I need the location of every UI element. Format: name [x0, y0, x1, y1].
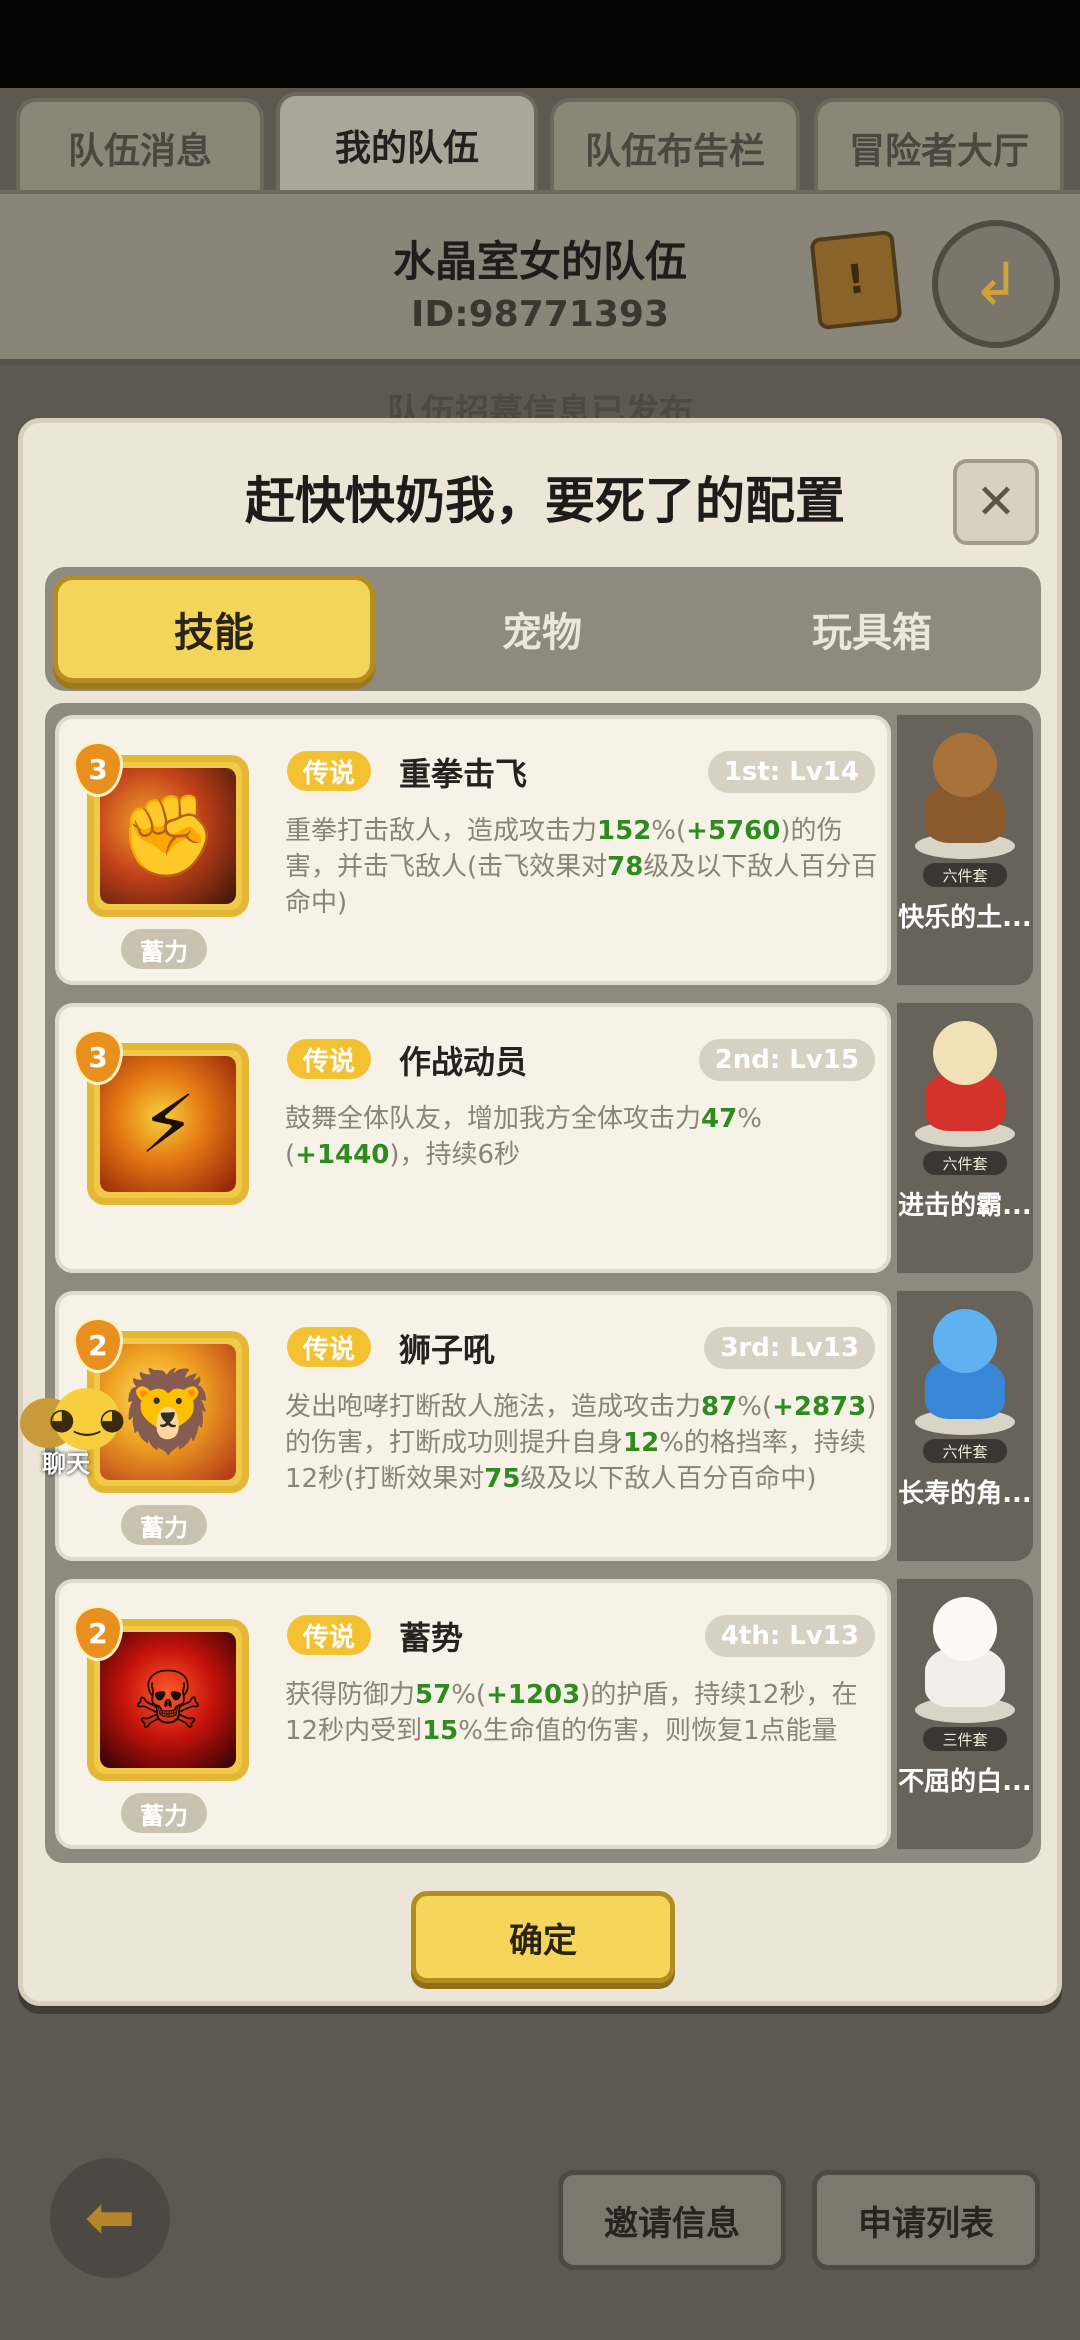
skill-card[interactable]: ⚡ 3 传说 作战动员 2nd: Lv15 鼓舞全体队友，增加我方全体攻击力47…: [55, 1003, 891, 1273]
charge-tag: 蓄力: [121, 929, 207, 969]
set-tag: 六件套: [923, 1151, 1007, 1175]
tab-pets[interactable]: 宠物: [381, 575, 703, 683]
rarity-badge: 传说: [287, 1327, 372, 1367]
description-text: %生命值的伤害，则恢复1点能量: [458, 1716, 838, 1746]
pet-slot[interactable]: 六件套 快乐的土...: [897, 715, 1033, 985]
confirm-button[interactable]: 确定: [411, 1891, 675, 1983]
pet-slot[interactable]: 六件套 长寿的角...: [897, 1291, 1033, 1561]
set-tag: 三件套: [923, 1727, 1007, 1751]
momentum-icon: ☠: [100, 1632, 236, 1768]
slot-level-badge: 1st: Lv14: [707, 751, 875, 793]
war-mobilize-icon: ⚡: [100, 1056, 236, 1192]
config-modal: 赶快快奶我，要死了的配置 ✕ 技能 宠物 玩具箱 ✊ 3 蓄力 传说 重拳击飞 …: [18, 418, 1062, 2006]
skill-card[interactable]: 🦁 2 蓄力 传说 狮子吼 3rd: Lv13 发出咆哮打断敌人施法，造成攻击力…: [55, 1291, 891, 1561]
highlight-value: 152: [597, 816, 652, 846]
notice-scroll-button[interactable]: !: [809, 229, 903, 331]
pet-figure-icon: [911, 1017, 1019, 1147]
highlight-value: 57: [415, 1680, 452, 1710]
close-icon: ✕: [975, 474, 1017, 530]
skill-name: 作战动员: [399, 1043, 528, 1081]
modal-title: 赶快快奶我，要死了的配置: [245, 472, 845, 530]
highlight-value: 47: [701, 1104, 738, 1134]
segment-tabs: 技能 宠物 玩具箱: [45, 567, 1041, 691]
chat-float-button[interactable]: ◕‿◕ 聊天: [20, 1388, 130, 1478]
exit-arrow-icon: ↲: [971, 250, 1021, 318]
highlight-value: +1440: [295, 1140, 390, 1170]
description-text: 鼓舞全体队友，增加我方全体攻击力: [285, 1104, 702, 1134]
skill-card[interactable]: ✊ 3 蓄力 传说 重拳击飞 1st: Lv14 重拳打击敌人，造成攻击力152…: [55, 715, 891, 985]
skill-list: ✊ 3 蓄力 传说 重拳击飞 1st: Lv14 重拳打击敌人，造成攻击力152…: [45, 703, 1041, 1863]
highlight-value: 12: [623, 1428, 660, 1458]
highlight-value: 78: [607, 852, 644, 882]
tab-team-board[interactable]: 队伍布告栏: [550, 98, 800, 194]
apply-list-button[interactable]: 申请列表: [812, 2170, 1040, 2270]
tab-my-team[interactable]: 我的队伍: [276, 92, 538, 194]
heavy-punch-icon: ✊: [100, 768, 236, 904]
skill-name: 狮子吼: [399, 1331, 496, 1369]
tab-toybox[interactable]: 玩具箱: [711, 575, 1033, 683]
rarity-badge: 传说: [287, 751, 372, 791]
pet-figure-icon: [911, 729, 1019, 859]
invite-info-button[interactable]: 邀请信息: [558, 2170, 786, 2270]
pet-slot[interactable]: 三件套 不屈的白...: [897, 1579, 1033, 1849]
rarity-badge: 传说: [287, 1615, 372, 1655]
description-text: %(: [651, 816, 687, 846]
highlight-value: +2873: [772, 1392, 867, 1422]
highlight-value: 87: [701, 1392, 738, 1422]
skill-description: 发出咆哮打断敌人施法，造成攻击力87%(+2873)的伤害，打断成功则提升自身1…: [285, 1389, 883, 1497]
pet-name: 长寿的角...: [898, 1479, 1032, 1509]
status-bar: [0, 0, 1080, 88]
back-arrow-icon: ⬅: [84, 2183, 136, 2253]
pet-figure-icon: [911, 1305, 1019, 1435]
team-name: 水晶室女的队伍: [392, 237, 687, 286]
pet-name: 不屈的白...: [898, 1767, 1032, 1797]
highlight-value: +5760: [686, 816, 781, 846]
rarity-badge: 传说: [287, 1039, 372, 1079]
team-id: ID:98771393: [410, 294, 670, 335]
tab-team-messages[interactable]: 队伍消息: [16, 98, 264, 194]
description-text: 获得防御力: [285, 1680, 416, 1710]
pet-figure-icon: [911, 1593, 1019, 1723]
leave-team-button[interactable]: ↲: [932, 220, 1060, 348]
exclamation-scroll-icon: !: [844, 256, 868, 304]
charge-tag: 蓄力: [121, 1505, 207, 1545]
description-text: 发出咆哮打断敌人施法，造成攻击力: [285, 1392, 702, 1422]
tab-skills[interactable]: 技能: [53, 575, 375, 683]
tab-adventurer-hall[interactable]: 冒险者大厅: [814, 98, 1064, 194]
description-text: )，持续6秒: [389, 1140, 520, 1170]
highlight-value: 75: [484, 1464, 521, 1494]
slot-level-badge: 4th: Lv13: [704, 1615, 875, 1657]
pet-name: 进击的霸...: [898, 1191, 1032, 1221]
highlight-value: 15: [422, 1716, 459, 1746]
close-button[interactable]: ✕: [953, 459, 1039, 545]
skill-card[interactable]: ☠ 2 蓄力 传说 蓄势 4th: Lv13 获得防御力57%(+1203)的护…: [55, 1579, 891, 1849]
team-tabs: 队伍消息 我的队伍 队伍布告栏 冒险者大厅: [0, 92, 1080, 194]
set-tag: 六件套: [923, 863, 1007, 887]
chat-bubble-icon: ◕‿◕: [49, 1388, 125, 1450]
skill-description: 重拳打击敌人，造成攻击力152%(+5760)的伤害，并击飞敌人(击飞效果对78…: [285, 813, 883, 921]
skill-name: 蓄势: [399, 1619, 464, 1657]
highlight-value: +1203: [486, 1680, 581, 1710]
description-text: %(: [737, 1392, 773, 1422]
skill-description: 获得防御力57%(+1203)的护盾，持续12秒，在12秒内受到15%生命值的伤…: [285, 1677, 883, 1749]
back-button[interactable]: ⬅: [50, 2158, 170, 2278]
description-text: 级及以下敌人百分百命中): [520, 1464, 817, 1494]
slot-level-badge: 3rd: Lv13: [704, 1327, 875, 1369]
description-text: 重拳打击敌人，造成攻击力: [285, 816, 598, 846]
skill-name: 重拳击飞: [399, 755, 528, 793]
set-tag: 六件套: [923, 1439, 1007, 1463]
pet-slot[interactable]: 六件套 进击的霸...: [897, 1003, 1033, 1273]
team-header: 水晶室女的队伍 ID:98771393 ! ↲: [0, 190, 1080, 365]
slot-level-badge: 2nd: Lv15: [698, 1039, 875, 1081]
charge-tag: 蓄力: [121, 1793, 207, 1833]
chat-label: 聊天: [42, 1450, 90, 1478]
pet-name: 快乐的土...: [898, 903, 1032, 933]
skill-description: 鼓舞全体队友，增加我方全体攻击力47%(+1440)，持续6秒: [285, 1101, 883, 1173]
description-text: %(: [451, 1680, 487, 1710]
